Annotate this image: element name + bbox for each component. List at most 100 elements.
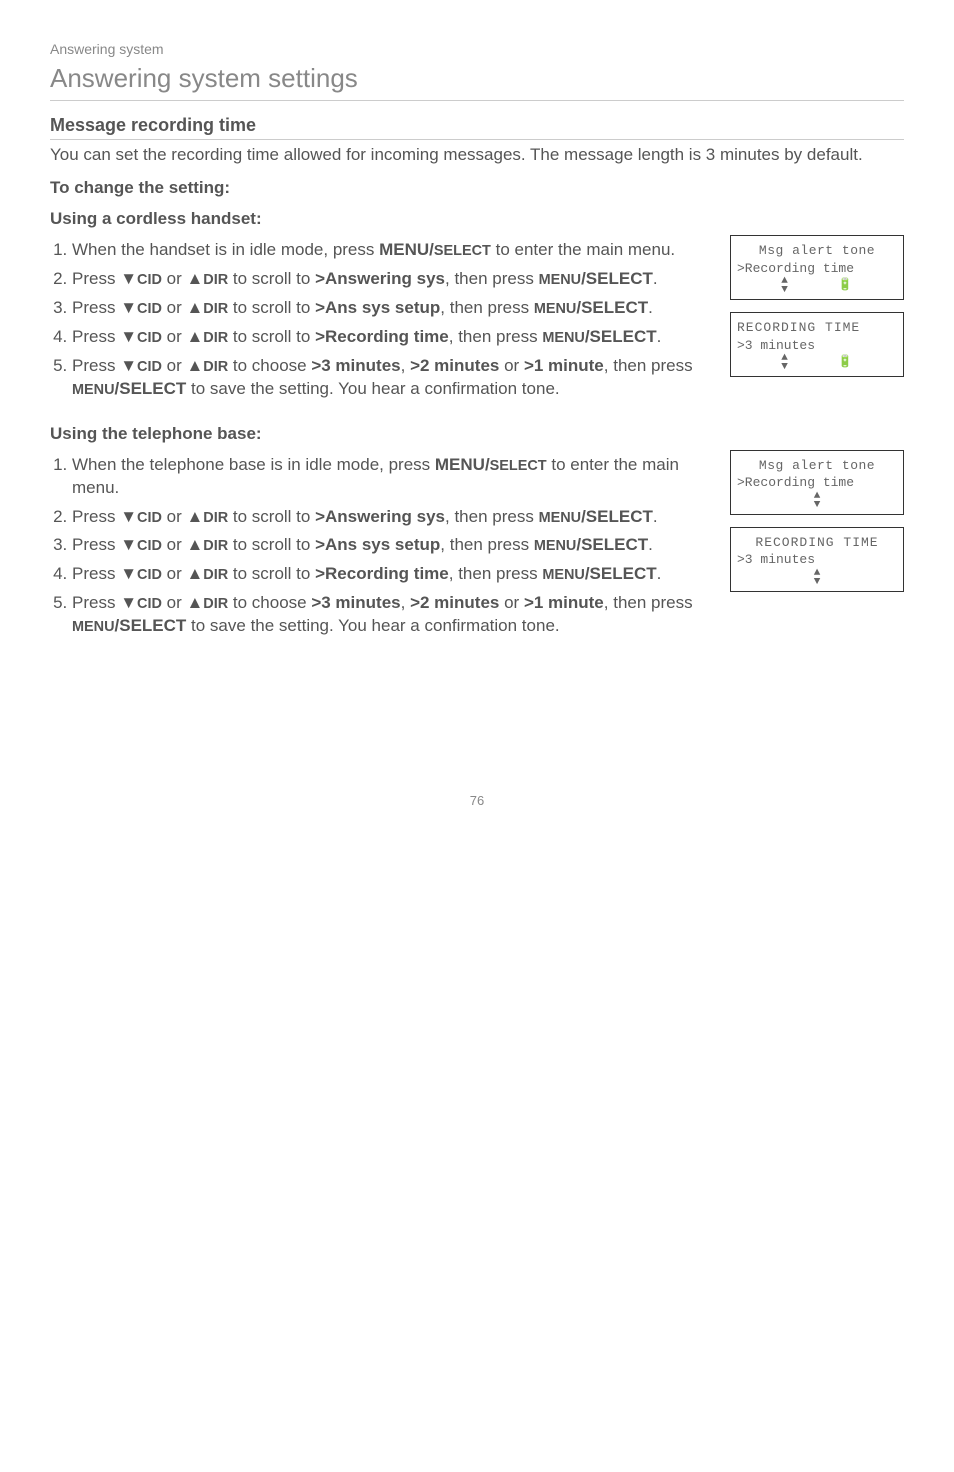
down-cid-key: ▼CID [120,269,162,288]
handset-steps-list: When the handset is in idle mode, press … [50,239,720,401]
text: , then press [440,535,534,554]
menu-select-key: MENU/SELECT [534,535,648,554]
section-heading: Message recording time [50,113,904,140]
option-1min: >1 minute [524,593,604,612]
up-dir-key: ▲DIR [186,356,228,375]
text: , [401,593,410,612]
text: or [162,356,187,375]
page-number: 76 [50,792,904,810]
text: , then press [449,564,543,583]
menu-select-key: MENU/SELECT [379,240,491,259]
menu-select-key: MENU/SELECT [542,564,656,583]
text: , then press [445,269,539,288]
text: to save the setting. You hear a confirma… [186,616,559,635]
option-3min: >3 minutes [311,593,400,612]
option-3min: >3 minutes [311,356,400,375]
menu-select-key: MENU/SELECT [534,298,648,317]
text: , then press [604,356,693,375]
text: to scroll to [228,269,315,288]
up-dir-key: ▲DIR [186,269,228,288]
menu-select-key: MENU/SELECT [72,379,186,398]
text: or [162,507,187,526]
handset-screen-1: Msg alert tone >Recording time ▲ ▼ 🔋 [730,235,904,300]
base-step-1: When the telephone base is in idle mode,… [72,454,720,500]
text: , then press [604,593,693,612]
text: to save the setting. You hear a confirma… [186,379,559,398]
menu-select-key: MENU/SELECT [435,455,547,474]
down-cid-key: ▼CID [120,327,162,346]
up-dir-key: ▲DIR [186,593,228,612]
text: Press [72,507,120,526]
page-title: Answering system settings [50,61,904,101]
text: to scroll to [228,535,315,554]
handset-step-4: Press ▼CID or ▲DIR to scroll to >Recordi… [72,326,720,349]
screen-line: RECORDING TIME [737,534,897,552]
ans-sys-setup-option: >Ans sys setup [315,298,440,317]
text: . [653,269,658,288]
text: . [648,535,653,554]
text: to choose [228,356,311,375]
handset-step-5: Press ▼CID or ▲DIR to choose >3 minutes,… [72,355,720,401]
answering-sys-option: >Answering sys [315,507,445,526]
text: , then press [445,507,539,526]
up-dir-key: ▲DIR [186,327,228,346]
text: When the telephone base is in idle mode,… [72,455,435,474]
down-cid-key: ▼CID [120,535,162,554]
updown-arrow-icon: ▲ ▼ [814,569,821,587]
text: Press [72,327,120,346]
up-dir-key: ▲DIR [186,298,228,317]
text: or [162,564,187,583]
text: to scroll to [228,564,315,583]
text: . [657,327,662,346]
ans-sys-setup-option: >Ans sys setup [315,535,440,554]
handset-screen-2: RECORDING TIME >3 minutes ▲ ▼ 🔋 [730,312,904,377]
base-steps-list: When the telephone base is in idle mode,… [50,454,720,639]
text: or [162,327,187,346]
menu-select-key: MENU/SELECT [542,327,656,346]
text: , then press [440,298,534,317]
text: or [162,298,187,317]
text: , then press [449,327,543,346]
breadcrumb: Answering system [50,40,904,59]
up-dir-key: ▲DIR [186,564,228,583]
text: or [499,593,524,612]
screen-line: RECORDING TIME [737,319,897,337]
option-2min: >2 minutes [410,593,499,612]
down-cid-key: ▼CID [120,593,162,612]
text: Press [72,269,120,288]
menu-select-key: MENU/SELECT [72,616,186,635]
using-base-label: Using the telephone base: [50,423,904,446]
up-dir-key: ▲DIR [186,507,228,526]
text: , [401,356,410,375]
menu-select-key: MENU/SELECT [539,507,653,526]
text: Press [72,535,120,554]
recording-time-option: >Recording time [315,564,449,583]
text: to choose [228,593,311,612]
text: . [648,298,653,317]
down-cid-key: ▼CID [120,507,162,526]
updown-arrow-icon: ▲ ▼ [814,492,821,510]
text: or [162,269,187,288]
intro-text: You can set the recording time allowed f… [50,144,904,167]
base-screen-2: RECORDING TIME >3 minutes ▲ ▼ [730,527,904,592]
text: or [162,593,187,612]
text: to scroll to [228,298,315,317]
base-screen-1: Msg alert tone >Recording time ▲ ▼ [730,450,904,515]
handset-step-1: When the handset is in idle mode, press … [72,239,720,262]
handset-step-3: Press ▼CID or ▲DIR to scroll to >Ans sys… [72,297,720,320]
base-step-2: Press ▼CID or ▲DIR to scroll to >Answeri… [72,506,720,529]
menu-select-key: MENU/SELECT [539,269,653,288]
text: to scroll to [228,327,315,346]
text: to enter the main menu. [491,240,675,259]
text: or [162,535,187,554]
option-2min: >2 minutes [410,356,499,375]
text: When the handset is in idle mode, press [72,240,379,259]
down-cid-key: ▼CID [120,564,162,583]
up-dir-key: ▲DIR [186,535,228,554]
text: Press [72,593,120,612]
to-change-label: To change the setting: [50,177,904,200]
text: Press [72,298,120,317]
down-cid-key: ▼CID [120,356,162,375]
recording-time-option: >Recording time [315,327,449,346]
screen-line: Msg alert tone [737,457,897,475]
